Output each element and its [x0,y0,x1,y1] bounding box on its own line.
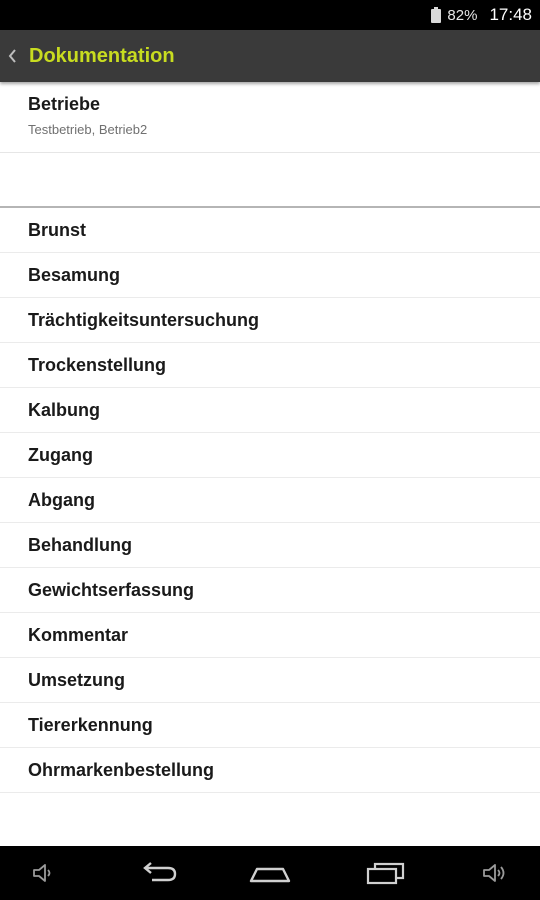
menu-item-gewichtserfassung[interactable]: Gewichtserfassung [0,568,540,613]
menu-item-kommentar[interactable]: Kommentar [0,613,540,658]
menu-item-ohrmarkenbestellung[interactable]: Ohrmarkenbestellung [0,748,540,793]
navigation-bar [0,846,540,900]
betriebe-item[interactable]: Betriebe Testbetrieb, Betrieb2 [0,82,540,153]
menu-item-label: Tiererkennung [28,714,153,735]
menu-item-label: Ohrmarkenbestellung [28,759,215,780]
betriebe-subtitle: Testbetrieb, Betrieb2 [28,122,148,137]
menu-item-behandlung[interactable]: Behandlung [0,523,540,568]
menu-item-label: Brunst [28,219,86,240]
menu-item-label: Gewichtserfassung [28,579,195,600]
menu-item-label: Trockenstellung [28,354,167,375]
menu-item-abgang[interactable]: Abgang [0,478,540,523]
menu-item-traechtigkeitsuntersuchung[interactable]: Trächtigkeitsuntersuchung [0,298,540,343]
menu-item-label: Besamung [28,264,121,285]
menu-item-kalbung[interactable]: Kalbung [0,388,540,433]
home-icon[interactable] [244,846,296,900]
back-icon[interactable] [134,846,184,900]
menu-item-umsetzung[interactable]: Umsetzung [0,658,540,703]
menu-item-label: Abgang [28,489,95,510]
recent-apps-icon[interactable] [360,846,410,900]
menu-item-zugang[interactable]: Zugang [0,433,540,478]
battery-level: 82% [447,6,478,24]
menu-item-label: Umsetzung [28,669,126,690]
menu-item-label: Zugang [28,444,93,465]
status-bar: 82% 17:48 [0,0,540,30]
clock: 17:48 [489,5,532,24]
betriebe-title: Betriebe [28,94,101,114]
status-indicators: 82% 17:48 [431,0,532,30]
volume-down-icon[interactable] [24,846,64,900]
menu-item-label: Trächtigkeitsuntersuchung [28,309,260,330]
menu-item-label: Kommentar [28,624,129,645]
battery-icon [431,7,442,23]
menu-item-trockenstellung[interactable]: Trockenstellung [0,343,540,388]
chevron-left-icon[interactable] [5,30,21,82]
menu-item-tiererkennung[interactable]: Tiererkennung [0,703,540,748]
menu-item-label: Kalbung [28,399,100,420]
menu-item-brunst[interactable]: Brunst [0,208,540,253]
action-bar: Dokumentation [0,30,540,82]
volume-up-icon[interactable] [474,846,516,900]
menu-item-label: Behandlung [28,534,132,555]
documentation-menu: Brunst Besamung Trächtigkeitsuntersuchun… [0,208,540,793]
page-title[interactable]: Dokumentation [29,45,175,68]
menu-item-besamung[interactable]: Besamung [0,253,540,298]
